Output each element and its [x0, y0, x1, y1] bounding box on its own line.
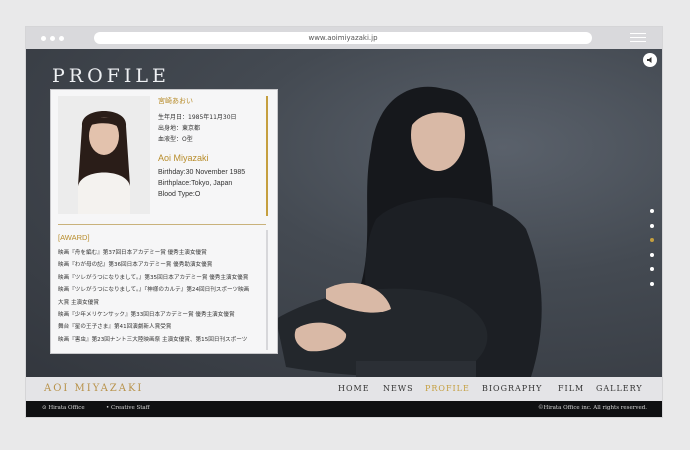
- profile-blood-jp: 血液型：O型: [158, 136, 193, 143]
- nav-item-film[interactable]: FILM: [558, 384, 584, 393]
- award-title: [AWARD]: [58, 233, 90, 242]
- award-item: 映画『舟を編む』第37回日本アカデミー賞 優秀主演女優賞: [58, 250, 207, 256]
- footer-link-office[interactable]: ⊙ Hirata Office: [42, 405, 85, 411]
- nav-item-profile[interactable]: PROFILE: [425, 384, 470, 393]
- award-item: 映画『ツレがうつになりまして。』『神様のカルテ』第24回日刊スポーツ映画: [58, 287, 250, 294]
- pager-dot-active[interactable]: [650, 238, 654, 242]
- browser-titlebar: www.aoimiyazaki.jp: [26, 27, 662, 49]
- footer-copyright: ©Hirata Office inc. All rights reserved.: [537, 405, 647, 411]
- hero-stage: PROFILE 宮崎あおい 生年月日：1985年11月30日 出身地：東京都 血…: [26, 49, 662, 377]
- browser-window: www.aoimiyazaki.jp PROFILE 宮崎あおい 生年月日：19…: [26, 27, 662, 417]
- award-item: 映画『少年メリケンサック』第33回日本アカデミー賞 優秀主演女優賞: [58, 312, 235, 319]
- profile-birthplace-jp: 出身地：東京都: [158, 125, 201, 132]
- slide-pager: [650, 209, 656, 296]
- main-nav: AOI MIYAZAKI HOME NEWS PROFILE BIOGRAPHY…: [26, 377, 662, 401]
- nav-item-home[interactable]: HOME: [338, 384, 370, 393]
- nav-item-biography[interactable]: BIOGRAPHY: [482, 384, 542, 393]
- award-item: 映画『害虫』第23回ナント三大陸映画祭 主演女優賞、第15回日刊スポーツ: [58, 336, 248, 343]
- award-scrollbar[interactable]: [266, 230, 268, 350]
- window-dot-icon[interactable]: [59, 36, 64, 41]
- pager-dot[interactable]: [650, 209, 654, 213]
- profile-divider: [58, 224, 266, 225]
- url-bar[interactable]: www.aoimiyazaki.jp: [94, 32, 592, 44]
- pager-dot[interactable]: [650, 252, 654, 257]
- profile-birthday-en: Birthday:30 November 1985: [158, 169, 246, 176]
- nav-item-gallery[interactable]: GALLERY: [596, 384, 643, 393]
- pager-dot[interactable]: [650, 267, 654, 271]
- profile-name-jp: 宮崎あおい: [158, 97, 193, 105]
- window-dot-icon[interactable]: [41, 36, 46, 41]
- profile-birthplace-en: Birthplace:Tokyo, Japan: [158, 180, 233, 187]
- nav-item-news[interactable]: NEWS: [383, 384, 414, 393]
- menu-icon[interactable]: [630, 33, 646, 43]
- pager-dot[interactable]: [650, 281, 654, 286]
- award-item: 舞台『星の王子さま』第41回演劇新人賞受賞: [58, 324, 172, 331]
- pager-dot[interactable]: [650, 223, 654, 228]
- footer-link-staff[interactable]: • Creative Staff: [106, 405, 150, 411]
- window-dot-icon[interactable]: [50, 36, 55, 41]
- profile-card: 宮崎あおい 生年月日：1985年11月30日 出身地：東京都 血液型：O型 Ao…: [50, 89, 278, 354]
- award-list[interactable]: 映画『舟を編む』第37回日本アカデミー賞 優秀主演女優賞 映画『わが母の記』第3…: [58, 247, 264, 346]
- site-footer: ⊙ Hirata Office • Creative Staff ©Hirata…: [26, 401, 662, 417]
- profile-name-en: Aoi Miyazaki: [158, 153, 209, 163]
- award-item: 大賞 主演女優賞: [58, 299, 99, 306]
- profile-portrait: [58, 96, 150, 214]
- profile-accent-bar: [266, 96, 268, 216]
- profile-blood-en: Blood Type:O: [158, 191, 201, 198]
- profile-birthday-jp: 生年月日：1985年11月30日: [158, 114, 237, 121]
- sound-toggle-icon[interactable]: [643, 53, 657, 67]
- award-item: 映画『わが母の記』第36回日本アカデミー賞 優秀助演女優賞: [58, 262, 213, 269]
- site-logo[interactable]: AOI MIYAZAKI: [44, 383, 143, 394]
- page-heading: PROFILE: [52, 65, 170, 87]
- award-item: 映画『ツレがうつになりまして。』第35回日本アカデミー賞 優秀主演女優賞: [58, 274, 249, 281]
